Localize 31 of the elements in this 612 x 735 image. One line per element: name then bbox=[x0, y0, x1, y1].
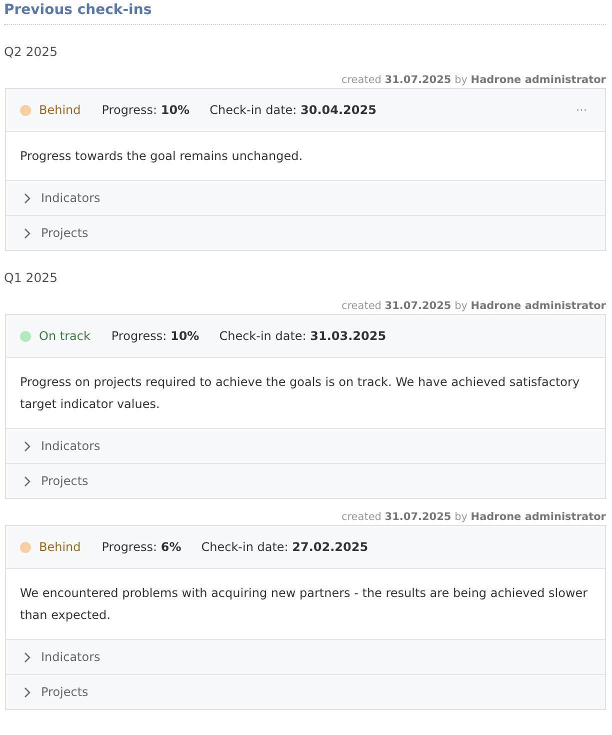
created-info: created 31.07.2025 by Hadrone administrator bbox=[341, 300, 606, 314]
collapsible-section[interactable]: Projects bbox=[6, 216, 605, 250]
chevron-icon bbox=[24, 652, 31, 662]
chevron-icon bbox=[24, 192, 31, 204]
progress-label: Progress: 10% bbox=[111, 329, 200, 343]
chevron-icon bbox=[24, 228, 31, 238]
status-label: Behind bbox=[39, 103, 81, 117]
status-label: Behind bbox=[39, 540, 81, 554]
collapsible-section[interactable]: Indicators bbox=[6, 429, 605, 464]
created-info: created 31.07.2025 by Hadrone administrator bbox=[341, 74, 606, 88]
quarter-heading: Q2 2025 bbox=[4, 44, 59, 61]
more-menu-button[interactable]: ··· bbox=[572, 102, 591, 118]
progress-label: Progress: 10% bbox=[102, 103, 190, 117]
collapsible-section[interactable]: Projects bbox=[6, 675, 605, 709]
collapsible-section[interactable]: Indicators bbox=[6, 640, 605, 675]
chevron-icon bbox=[24, 476, 31, 486]
quarter-heading: Q1 2025 bbox=[4, 270, 59, 287]
collapsible-section[interactable]: Indicators bbox=[6, 181, 605, 216]
checkin-comment: We encountered problems with acquiring new partners - the results are being achieved slower than expected. bbox=[6, 569, 605, 640]
chevron-icon bbox=[24, 440, 31, 452]
status-label: On track bbox=[39, 329, 90, 343]
section-title: Previous check-ins bbox=[4, 1, 153, 20]
chevron-icon bbox=[24, 686, 31, 698]
checkin-comment: Progress on projects required to achieve the goals is on track. We have achieved satisfactory target indicator values. bbox=[6, 358, 605, 429]
created-info: created 31.07.2025 by Hadrone administrator bbox=[341, 511, 606, 525]
checkin-date: Check-in date: 27.02.2025 bbox=[201, 540, 368, 554]
checkin-date: Check-in date: 30.04.2025 bbox=[210, 103, 376, 117]
progress-label: Progress: 6% bbox=[102, 540, 182, 554]
checkin-date: Check-in date: 31.03.2025 bbox=[219, 329, 386, 343]
collapsible-section[interactable]: Projects bbox=[6, 464, 605, 498]
checkin-comment: Progress towards the goal remains unchanged. bbox=[6, 132, 605, 181]
